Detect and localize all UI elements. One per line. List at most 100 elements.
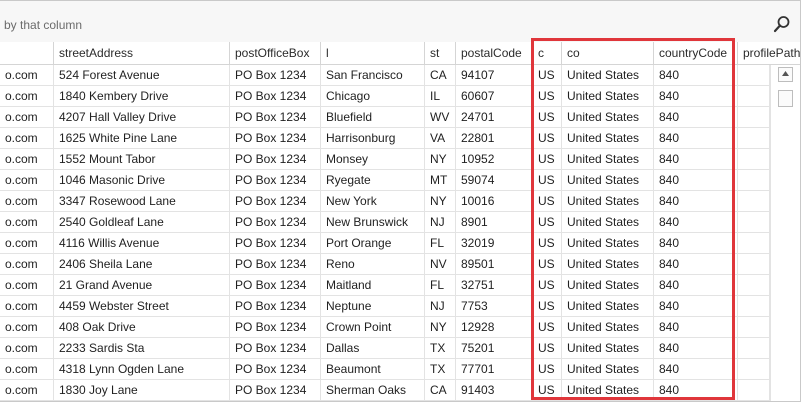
cell-postalcode[interactable]: 77701 — [456, 359, 533, 379]
cell-streetaddress[interactable]: 408 Oak Drive — [54, 317, 230, 337]
cell-c[interactable]: US — [533, 275, 562, 295]
cell-email[interactable]: o.com — [0, 296, 54, 316]
table-row[interactable]: o.com 4459 Webster Street PO Box 1234 Neptu… — [0, 296, 770, 317]
cell-c[interactable]: US — [533, 233, 562, 253]
table-row[interactable]: o.com 408 Oak Drive PO Box 1234 Crown Point… — [0, 317, 770, 338]
cell-profilepath[interactable] — [738, 128, 770, 148]
cell-st[interactable]: TX — [425, 359, 456, 379]
cell-c[interactable]: US — [533, 380, 562, 400]
cell-email[interactable]: o.com — [0, 233, 54, 253]
column-header-countrycode[interactable]: countryCode — [654, 42, 738, 64]
search-icon[interactable] — [773, 15, 791, 33]
cell-co[interactable]: United States — [562, 86, 654, 106]
cell-c[interactable]: US — [533, 359, 562, 379]
table-row[interactable]: o.com 2233 Sardis Sta PO Box 1234 Dallas TX 7… — [0, 338, 770, 359]
cell-c[interactable]: US — [533, 296, 562, 316]
cell-countrycode[interactable]: 840 — [654, 86, 738, 106]
table-row[interactable]: o.com 2406 Sheila Lane PO Box 1234 Reno NV 89… — [0, 254, 770, 275]
cell-email[interactable]: o.com — [0, 107, 54, 127]
cell-profilepath[interactable] — [738, 191, 770, 211]
table-row[interactable]: o.com 1840 Kembery Drive PO Box 1234 Chicag… — [0, 86, 770, 107]
cell-c[interactable]: US — [533, 107, 562, 127]
cell-co[interactable]: United States — [562, 359, 654, 379]
cell-email[interactable]: o.com — [0, 128, 54, 148]
cell-email[interactable]: o.com — [0, 338, 54, 358]
cell-postalcode[interactable]: 12928 — [456, 317, 533, 337]
cell-profilepath[interactable] — [738, 170, 770, 190]
cell-profilepath[interactable] — [738, 86, 770, 106]
table-row[interactable]: o.com 1046 Masonic Drive PO Box 1234 Ryegat… — [0, 170, 770, 191]
table-row[interactable]: o.com 4207 Hall Valley Drive PO Box 1234 Bl… — [0, 107, 770, 128]
cell-countrycode[interactable]: 840 — [654, 128, 738, 148]
cell-streetaddress[interactable]: 2540 Goldleaf Lane — [54, 212, 230, 232]
cell-email[interactable]: o.com — [0, 170, 54, 190]
cell-postofficebox[interactable]: PO Box 1234 — [230, 149, 321, 169]
cell-postalcode[interactable]: 10952 — [456, 149, 533, 169]
cell-co[interactable]: United States — [562, 380, 654, 400]
cell-postalcode[interactable]: 91403 — [456, 380, 533, 400]
cell-streetaddress[interactable]: 4318 Lynn Ogden Lane — [54, 359, 230, 379]
cell-email[interactable]: o.com — [0, 86, 54, 106]
cell-postalcode[interactable]: 24701 — [456, 107, 533, 127]
cell-l[interactable]: Reno — [321, 254, 425, 274]
cell-profilepath[interactable] — [738, 65, 770, 85]
cell-postalcode[interactable]: 59074 — [456, 170, 533, 190]
cell-email[interactable]: o.com — [0, 149, 54, 169]
cell-profilepath[interactable] — [738, 149, 770, 169]
table-row[interactable]: o.com 1830 Joy Lane PO Box 1234 Sherman Oak… — [0, 380, 770, 401]
cell-c[interactable]: US — [533, 191, 562, 211]
cell-st[interactable]: FL — [425, 233, 456, 253]
table-row[interactable]: o.com 2540 Goldleaf Lane PO Box 1234 New Br… — [0, 212, 770, 233]
cell-streetaddress[interactable]: 3347 Rosewood Lane — [54, 191, 230, 211]
cell-profilepath[interactable] — [738, 296, 770, 316]
cell-countrycode[interactable]: 840 — [654, 65, 738, 85]
cell-postofficebox[interactable]: PO Box 1234 — [230, 170, 321, 190]
cell-profilepath[interactable] — [738, 233, 770, 253]
cell-postalcode[interactable]: 32019 — [456, 233, 533, 253]
cell-st[interactable]: NY — [425, 149, 456, 169]
cell-postalcode[interactable]: 60607 — [456, 86, 533, 106]
cell-countrycode[interactable]: 840 — [654, 380, 738, 400]
column-header-co[interactable]: co — [562, 42, 654, 64]
cell-postalcode[interactable]: 10016 — [456, 191, 533, 211]
cell-streetaddress[interactable]: 21 Grand Avenue — [54, 275, 230, 295]
cell-postofficebox[interactable]: PO Box 1234 — [230, 380, 321, 400]
cell-l[interactable]: Dallas — [321, 338, 425, 358]
cell-profilepath[interactable] — [738, 107, 770, 127]
cell-co[interactable]: United States — [562, 317, 654, 337]
cell-email[interactable]: o.com — [0, 275, 54, 295]
cell-st[interactable]: FL — [425, 275, 456, 295]
table-row[interactable]: o.com 21 Grand Avenue PO Box 1234 Maitland F… — [0, 275, 770, 296]
cell-email[interactable]: o.com — [0, 359, 54, 379]
cell-postofficebox[interactable]: PO Box 1234 — [230, 338, 321, 358]
cell-streetaddress[interactable]: 4207 Hall Valley Drive — [54, 107, 230, 127]
cell-postofficebox[interactable]: PO Box 1234 — [230, 359, 321, 379]
cell-st[interactable]: NV — [425, 254, 456, 274]
cell-countrycode[interactable]: 840 — [654, 233, 738, 253]
cell-co[interactable]: United States — [562, 149, 654, 169]
cell-st[interactable]: WV — [425, 107, 456, 127]
table-row[interactable]: o.com 524 Forest Avenue PO Box 1234 San Fra… — [0, 65, 770, 86]
cell-l[interactable]: New Brunswick — [321, 212, 425, 232]
cell-streetaddress[interactable]: 1552 Mount Tabor — [54, 149, 230, 169]
cell-co[interactable]: United States — [562, 275, 654, 295]
table-row[interactable]: o.com 4318 Lynn Ogden Lane PO Box 1234 Beau… — [0, 359, 770, 380]
cell-countrycode[interactable]: 840 — [654, 359, 738, 379]
cell-streetaddress[interactable]: 1830 Joy Lane — [54, 380, 230, 400]
cell-postofficebox[interactable]: PO Box 1234 — [230, 86, 321, 106]
cell-l[interactable]: Beaumont — [321, 359, 425, 379]
cell-co[interactable]: United States — [562, 212, 654, 232]
cell-st[interactable]: NY — [425, 191, 456, 211]
cell-l[interactable]: Neptune — [321, 296, 425, 316]
cell-c[interactable]: US — [533, 170, 562, 190]
cell-email[interactable]: o.com — [0, 191, 54, 211]
column-header-l[interactable]: l — [321, 42, 425, 64]
cell-countrycode[interactable]: 840 — [654, 296, 738, 316]
cell-postofficebox[interactable]: PO Box 1234 — [230, 296, 321, 316]
cell-profilepath[interactable] — [738, 254, 770, 274]
cell-l[interactable]: Sherman Oaks — [321, 380, 425, 400]
table-row[interactable]: o.com 1625 White Pine Lane PO Box 1234 Harr… — [0, 128, 770, 149]
cell-st[interactable]: NJ — [425, 212, 456, 232]
cell-postalcode[interactable]: 89501 — [456, 254, 533, 274]
cell-email[interactable]: o.com — [0, 380, 54, 400]
